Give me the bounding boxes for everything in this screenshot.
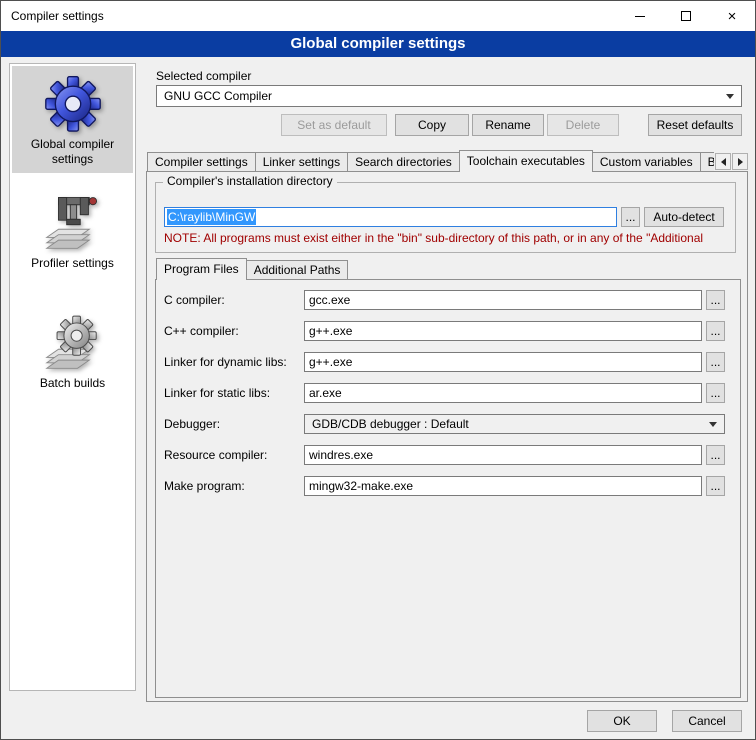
- cancel-button[interactable]: Cancel: [672, 710, 742, 732]
- selected-compiler-label: Selected compiler: [156, 66, 251, 86]
- browse-directory-button[interactable]: ...: [621, 207, 640, 227]
- note-text: NOTE: All programs must exist either in …: [164, 231, 742, 246]
- groupbox-title: Compiler's installation directory: [163, 174, 337, 188]
- c-compiler-label: C compiler:: [164, 290, 225, 310]
- sidebar-item-global-compiler-settings[interactable]: Global compiler settings: [12, 66, 133, 173]
- sidebar-item-label: Global compiler settings: [14, 137, 131, 167]
- tab-scroll-right-button[interactable]: [732, 153, 748, 170]
- sidebar-item-profiler-settings[interactable]: Profiler settings: [12, 185, 133, 277]
- maximize-icon: [681, 11, 691, 21]
- reset-defaults-button[interactable]: Reset defaults: [648, 114, 742, 136]
- make-program-label: Make program:: [164, 476, 245, 496]
- subtab-additional-paths[interactable]: Additional Paths: [246, 260, 349, 279]
- icon-wrap: [14, 313, 131, 371]
- installation-directory-value: C:\raylib\MinGW: [167, 209, 256, 225]
- browse-c-compiler-button[interactable]: ...: [706, 290, 725, 310]
- debugger-select[interactable]: GDB/CDB debugger : Default: [304, 414, 725, 434]
- gear-icon: [44, 74, 102, 132]
- titlebar: Compiler settings ×: [1, 1, 755, 31]
- browse-linker-dynamic-button[interactable]: ...: [706, 352, 725, 372]
- selected-compiler-value: GNU GCC Compiler: [164, 89, 272, 103]
- minimize-icon: [635, 16, 645, 17]
- selected-compiler-select[interactable]: GNU GCC Compiler: [156, 85, 742, 107]
- tab-scroll-left-button[interactable]: [715, 153, 731, 170]
- browse-cpp-compiler-button[interactable]: ...: [706, 321, 725, 341]
- ok-button[interactable]: OK: [587, 710, 657, 732]
- auto-detect-button[interactable]: Auto-detect: [644, 207, 724, 227]
- browse-linker-static-button[interactable]: ...: [706, 383, 725, 403]
- tab-compiler-settings[interactable]: Compiler settings: [147, 152, 256, 171]
- sidebar-item-batch-builds[interactable]: Batch builds: [12, 305, 133, 397]
- linker-static-input[interactable]: [304, 383, 702, 403]
- window-title: Compiler settings: [1, 9, 104, 23]
- rename-button[interactable]: Rename: [472, 114, 544, 136]
- tab-toolchain-executables[interactable]: Toolchain executables: [459, 150, 593, 172]
- chevron-down-icon: [726, 94, 734, 99]
- icon-wrap: [14, 193, 131, 251]
- tab-build-options[interactable]: Build: [700, 152, 714, 171]
- close-button[interactable]: ×: [709, 1, 755, 31]
- subtab-program-files[interactable]: Program Files: [156, 258, 247, 280]
- maximize-button[interactable]: [663, 1, 709, 31]
- tab-linker-settings[interactable]: Linker settings: [255, 152, 348, 171]
- copy-button[interactable]: Copy: [395, 114, 469, 136]
- resource-compiler-label: Resource compiler:: [164, 445, 267, 465]
- resource-compiler-input[interactable]: [304, 445, 702, 465]
- icon-wrap: [14, 74, 131, 132]
- cpp-compiler-input[interactable]: [304, 321, 702, 341]
- minimize-button[interactable]: [617, 1, 663, 31]
- delete-button[interactable]: Delete: [547, 114, 619, 136]
- installation-directory-input[interactable]: C:\raylib\MinGW: [164, 207, 617, 227]
- debugger-label: Debugger:: [164, 414, 220, 434]
- page-title: Global compiler settings: [1, 31, 755, 57]
- tab-custom-variables[interactable]: Custom variables: [592, 152, 701, 171]
- c-compiler-input[interactable]: [304, 290, 702, 310]
- window-controls: ×: [617, 1, 755, 31]
- close-icon: ×: [728, 9, 737, 24]
- browse-resource-compiler-button[interactable]: ...: [706, 445, 725, 465]
- linker-dynamic-label: Linker for dynamic libs:: [164, 352, 287, 372]
- sidebar: Global compiler settings: [9, 63, 136, 691]
- arrow-left-icon: [721, 158, 726, 166]
- arrow-right-icon: [738, 158, 743, 166]
- compiler-settings-dialog: Compiler settings × Global compiler sett…: [0, 0, 756, 740]
- linker-dynamic-input[interactable]: [304, 352, 702, 372]
- linker-static-label: Linker for static libs:: [164, 383, 270, 403]
- tab-strip: Compiler settings Linker settings Search…: [147, 150, 714, 172]
- subtab-strip: Program Files Additional Paths: [156, 258, 556, 280]
- batch-builds-icon: [44, 313, 102, 371]
- sidebar-item-label: Profiler settings: [14, 256, 131, 271]
- browse-make-program-button[interactable]: ...: [706, 476, 725, 496]
- cpp-compiler-label: C++ compiler:: [164, 321, 239, 341]
- debugger-value: GDB/CDB debugger : Default: [312, 417, 469, 431]
- tab-search-directories[interactable]: Search directories: [347, 152, 460, 171]
- make-program-input[interactable]: [304, 476, 702, 496]
- set-as-default-button[interactable]: Set as default: [281, 114, 387, 136]
- chevron-down-icon: [709, 422, 717, 427]
- sidebar-item-label: Batch builds: [14, 376, 131, 391]
- profiler-icon: [44, 193, 102, 251]
